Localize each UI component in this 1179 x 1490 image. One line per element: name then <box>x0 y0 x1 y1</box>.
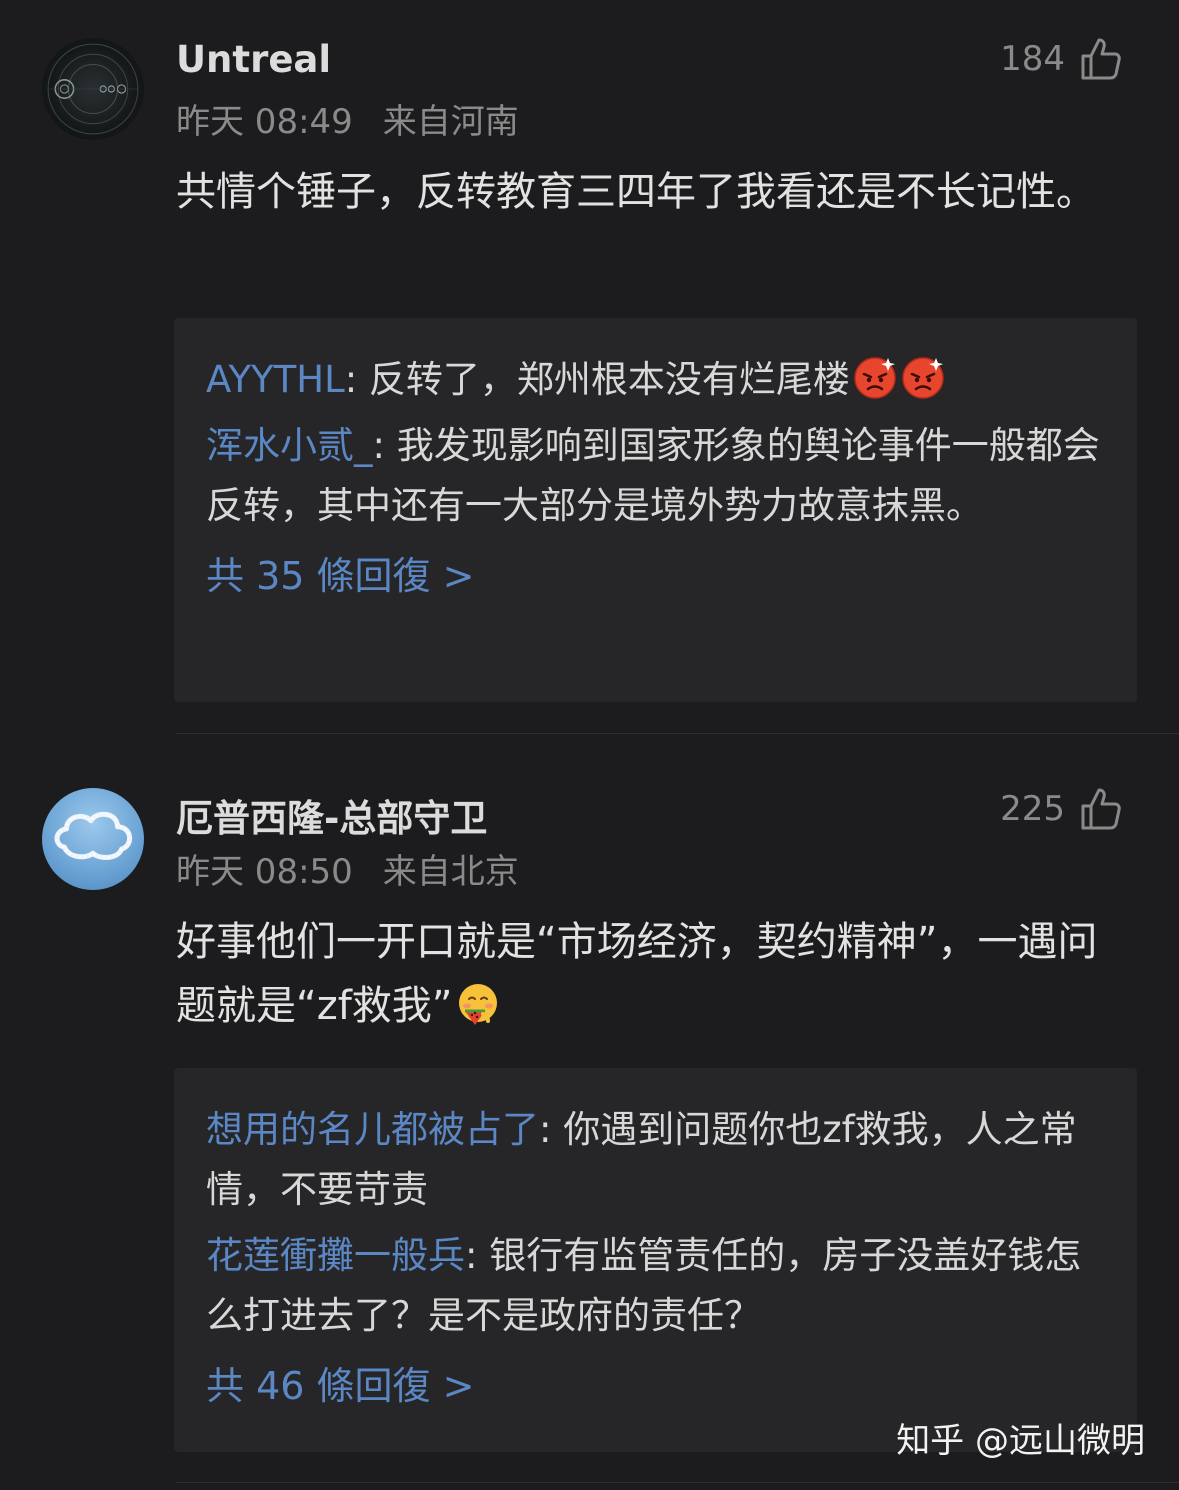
reply-item: AYYTHL: 反转了，郑州根本没有烂尾楼 <box>206 350 1105 410</box>
reply-item: 想用的名儿都被占了: 你遇到问题你也zf救我，人之常情，不要苛责 <box>206 1108 1077 1211</box>
avatar[interactable] <box>42 38 144 140</box>
reply-preview-box[interactable]: AYYTHL: 反转了，郑州根本没有烂尾楼 浑水小贰_: 我发现影响到国家形象的… <box>174 318 1137 702</box>
reply-preview-box[interactable]: 想用的名儿都被占了: 你遇到问题你也zf救我，人之常情，不要苛责 花莲衝攤一般兵… <box>174 1068 1137 1452</box>
comment-content: 好事他们一开口就是“市场经济，契约精神”，一遇问题就是“zf救我” <box>176 910 1136 1038</box>
like-button[interactable]: 184 <box>1000 36 1123 82</box>
thumbs-up-icon <box>1081 788 1121 830</box>
username[interactable]: 厄普西隆-总部守卫 <box>176 788 487 842</box>
reply-item: 花莲衝攤一般兵: 银行有监管责任的，房子没盖好钱怎么打进去了？是不是政府的责任？ <box>206 1234 1082 1337</box>
comment-meta: 昨天 08:49 来自河南 <box>176 94 519 143</box>
avatar-image <box>47 43 139 135</box>
avatar-image <box>54 811 133 860</box>
like-count: 225 <box>1000 789 1065 829</box>
watermark: 知乎 @远山微明 <box>896 1421 1145 1461</box>
username[interactable]: Untreal <box>176 38 331 81</box>
divider <box>176 733 1179 734</box>
reply-username[interactable]: AYYTHL <box>206 358 345 401</box>
divider <box>176 1482 1179 1483</box>
comment-meta: 昨天 08:50 来自北京 <box>176 844 519 893</box>
angry-face-emoji-icon <box>854 357 896 399</box>
avatar[interactable] <box>42 788 144 890</box>
comment-time: 昨天 08:50 <box>176 852 353 892</box>
comment-location: 来自北京 <box>382 852 519 892</box>
more-replies-link[interactable]: 共 35 條回復 > <box>206 546 1105 606</box>
more-replies-link[interactable]: 共 46 條回復 > <box>206 1356 1105 1416</box>
reply-username[interactable]: 浑水小贰_ <box>206 424 373 467</box>
comment-location: 来自河南 <box>382 102 519 142</box>
comment-text: 好事他们一开口就是“市场经济，契约精神”，一遇问题就是“zf救我” <box>176 919 1098 1029</box>
comment-content: 共情个锤子，反转教育三四年了我看还是不长记性。 <box>176 169 1096 215</box>
reply-text: 反转了，郑州根本没有烂尾楼 <box>368 358 850 401</box>
thumbs-up-icon <box>1081 38 1121 80</box>
comment-time: 昨天 08:49 <box>176 102 353 142</box>
like-count: 184 <box>1000 39 1065 79</box>
reply-username[interactable]: 花莲衝攤一般兵 <box>206 1234 465 1277</box>
reply-item: 浑水小贰_: 我发现影响到国家形象的舆论事件一般都会反转，其中还有一大部分是境外… <box>206 424 1100 527</box>
face-with-watermelon-emoji-icon <box>458 984 497 1025</box>
reply-username[interactable]: 想用的名儿都被占了 <box>206 1108 539 1151</box>
like-button[interactable]: 225 <box>1000 786 1123 832</box>
angry-face-emoji-icon <box>902 357 944 399</box>
